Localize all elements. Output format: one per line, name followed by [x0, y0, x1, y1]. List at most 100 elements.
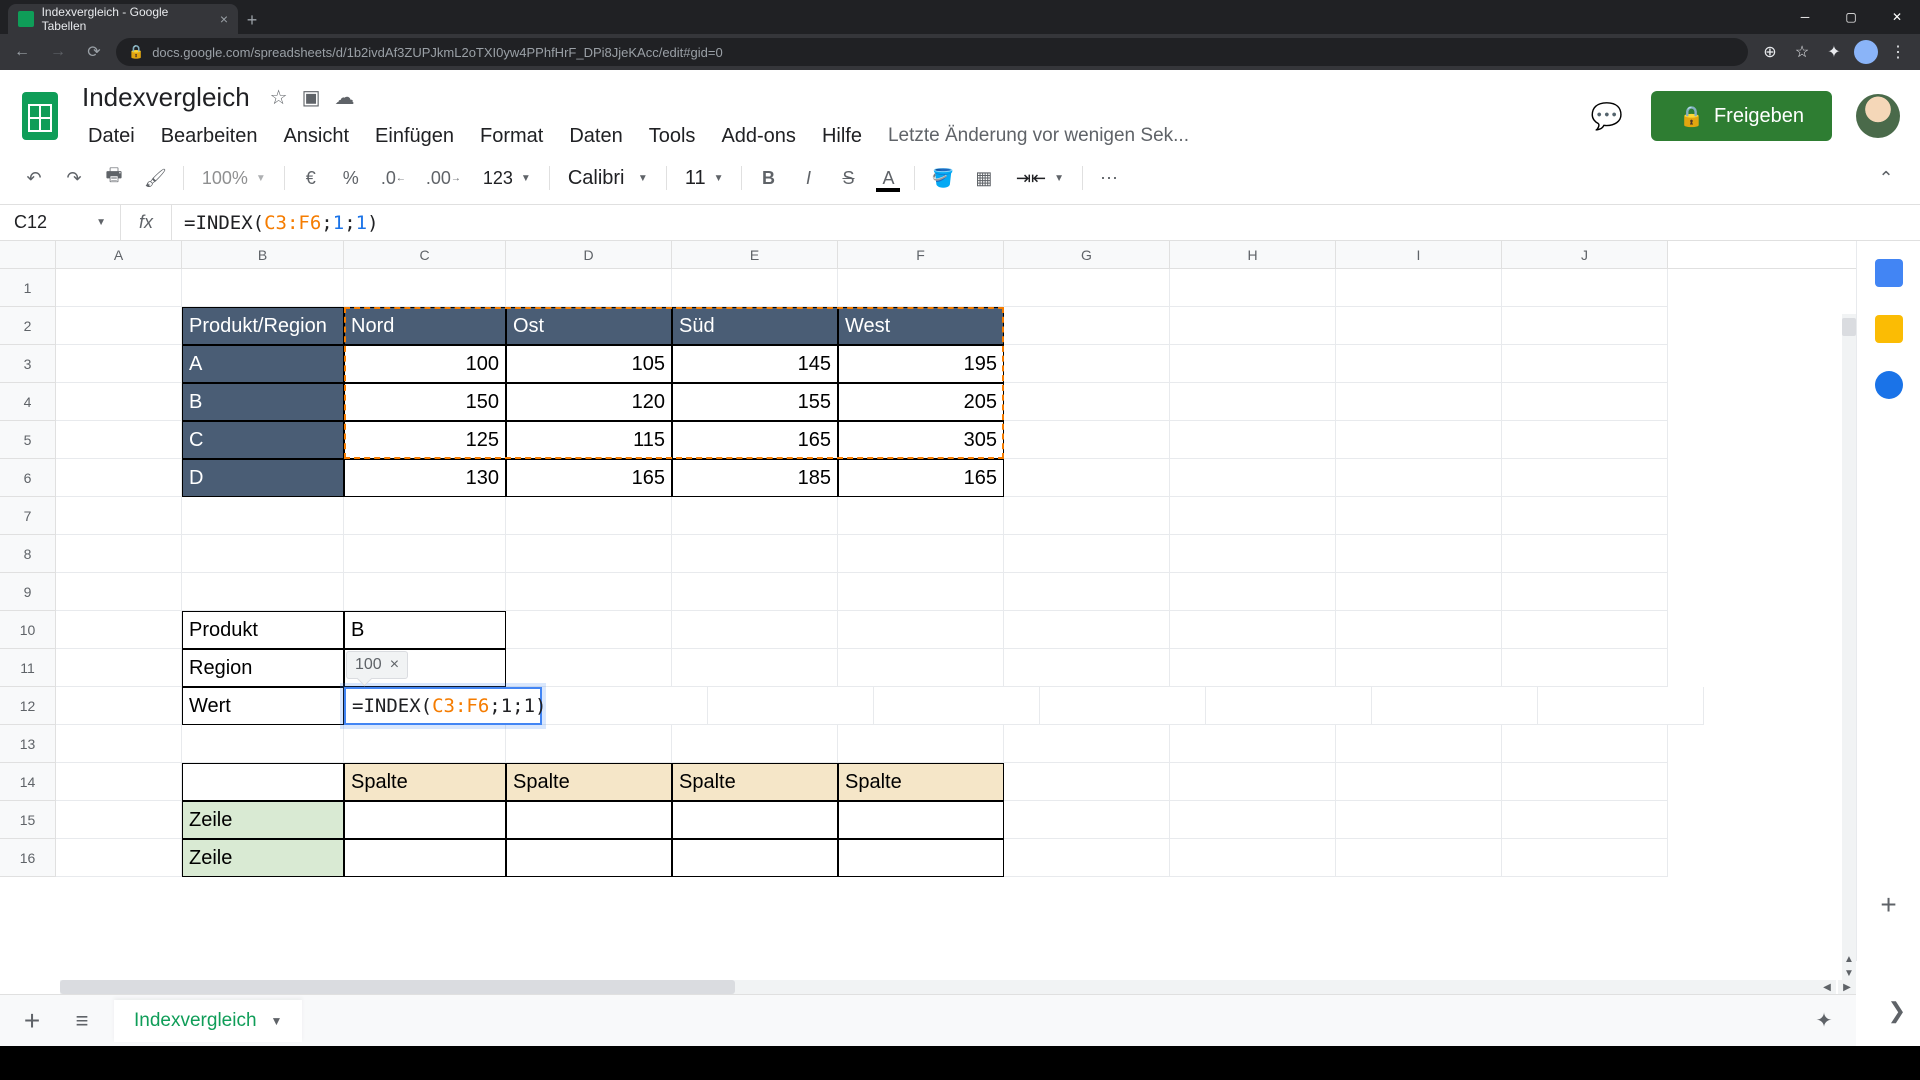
cell-B14[interactable]: [182, 763, 344, 801]
col-header-C[interactable]: C: [344, 241, 506, 268]
cell-H11[interactable]: [1170, 649, 1336, 687]
sheet-tab-active[interactable]: Indexvergleich ▼: [114, 1000, 302, 1042]
col-header-J[interactable]: J: [1502, 241, 1668, 268]
nav-reload-icon[interactable]: ⟳: [80, 38, 108, 66]
add-sheet-icon[interactable]: +: [14, 1005, 50, 1037]
text-color-icon[interactable]: A: [870, 160, 906, 196]
col-header-G[interactable]: G: [1004, 241, 1170, 268]
cell-D6[interactable]: 165: [506, 459, 672, 497]
menu-addons[interactable]: Add-ons: [709, 121, 808, 152]
sheet-tab-menu-icon[interactable]: ▼: [271, 1014, 283, 1028]
row-header-6[interactable]: 6: [0, 459, 56, 497]
move-icon[interactable]: ▣: [302, 85, 321, 110]
cell-F5[interactable]: 305: [838, 421, 1004, 459]
menu-einfuegen[interactable]: Einfügen: [363, 121, 466, 152]
cell-H16[interactable]: [1170, 839, 1336, 877]
cell-E3[interactable]: 145: [672, 345, 838, 383]
cell-I7[interactable]: [1336, 497, 1502, 535]
zoom-icon[interactable]: ⊕: [1756, 38, 1784, 66]
cell-F14[interactable]: Spalte: [838, 763, 1004, 801]
cell-G7[interactable]: [1004, 497, 1170, 535]
row-header-10[interactable]: 10: [0, 611, 56, 649]
cell-G2[interactable]: [1004, 307, 1170, 345]
cell-A13[interactable]: [56, 725, 182, 763]
cell-E4[interactable]: 155: [672, 383, 838, 421]
cell-I8[interactable]: [1336, 535, 1502, 573]
cell-B2[interactable]: Produkt/Region: [182, 307, 344, 345]
cell-B12[interactable]: Wert: [182, 687, 344, 725]
cell-D3[interactable]: 105: [506, 345, 672, 383]
cell-I15[interactable]: [1336, 801, 1502, 839]
name-box[interactable]: C12 ▼: [0, 212, 120, 233]
cell-E11[interactable]: [672, 649, 838, 687]
cell-A14[interactable]: [56, 763, 182, 801]
cell-D10[interactable]: [506, 611, 672, 649]
cell-B5[interactable]: C: [182, 421, 344, 459]
col-header-F[interactable]: F: [838, 241, 1004, 268]
row-header-7[interactable]: 7: [0, 497, 56, 535]
vertical-scrollbar[interactable]: ▲ ▼: [1842, 314, 1856, 980]
cell-A6[interactable]: [56, 459, 182, 497]
cell-E15[interactable]: [672, 801, 838, 839]
cell-I6[interactable]: [1336, 459, 1502, 497]
cell-H5[interactable]: [1170, 421, 1336, 459]
increase-decimal-button[interactable]: .00→: [418, 160, 469, 196]
account-avatar[interactable]: [1856, 94, 1900, 138]
cell-F10[interactable]: [838, 611, 1004, 649]
cell-C8[interactable]: [344, 535, 506, 573]
window-maximize-icon[interactable]: ▢: [1828, 0, 1874, 34]
cell-J9[interactable]: [1502, 573, 1668, 611]
cell-F6[interactable]: 165: [838, 459, 1004, 497]
cell-I11[interactable]: [1336, 649, 1502, 687]
cell-C13[interactable]: [344, 725, 506, 763]
more-icon[interactable]: ⋯: [1091, 160, 1127, 196]
undo-icon[interactable]: ↶: [16, 160, 52, 196]
row-header-3[interactable]: 3: [0, 345, 56, 383]
cell-A4[interactable]: [56, 383, 182, 421]
cell-H1[interactable]: [1170, 269, 1336, 307]
cell-A5[interactable]: [56, 421, 182, 459]
row-header-15[interactable]: 15: [0, 801, 56, 839]
cell-E6[interactable]: 185: [672, 459, 838, 497]
cell-B8[interactable]: [182, 535, 344, 573]
cell-H9[interactable]: [1170, 573, 1336, 611]
cell-F12[interactable]: [874, 687, 1040, 725]
row-header-1[interactable]: 1: [0, 269, 56, 307]
extensions-icon[interactable]: ✦: [1820, 38, 1848, 66]
cell-F15[interactable]: [838, 801, 1004, 839]
cell-D5[interactable]: 115: [506, 421, 672, 459]
cell-B3[interactable]: A: [182, 345, 344, 383]
document-title[interactable]: Indexvergleich: [76, 80, 256, 115]
cell-B4[interactable]: B: [182, 383, 344, 421]
cell-G4[interactable]: [1004, 383, 1170, 421]
cell-G12[interactable]: [1040, 687, 1206, 725]
currency-button[interactable]: €: [293, 160, 329, 196]
tab-close-icon[interactable]: ×: [220, 11, 228, 27]
scroll-up-icon[interactable]: ▲: [1842, 952, 1856, 966]
cell-F1[interactable]: [838, 269, 1004, 307]
cloud-status-icon[interactable]: ☁: [335, 85, 355, 110]
cell-J3[interactable]: [1502, 345, 1668, 383]
cell-J8[interactable]: [1502, 535, 1668, 573]
menu-format[interactable]: Format: [468, 121, 555, 152]
row-header-16[interactable]: 16: [0, 839, 56, 877]
add-addon-icon[interactable]: +: [1880, 889, 1896, 921]
cell-A12[interactable]: [56, 687, 182, 725]
horizontal-scrollbar[interactable]: [60, 980, 1836, 994]
cell-C3[interactable]: 100: [344, 345, 506, 383]
preview-close-icon[interactable]: ×: [390, 656, 399, 674]
cell-I9[interactable]: [1336, 573, 1502, 611]
row-header-14[interactable]: 14: [0, 763, 56, 801]
cell-B11[interactable]: Region: [182, 649, 344, 687]
cell-B6[interactable]: D: [182, 459, 344, 497]
font-select[interactable]: Calibri▼: [558, 160, 658, 196]
borders-icon[interactable]: ▦: [966, 160, 1002, 196]
cell-J16[interactable]: [1502, 839, 1668, 877]
cell-D1[interactable]: [506, 269, 672, 307]
cell-J10[interactable]: [1502, 611, 1668, 649]
cell-B1[interactable]: [182, 269, 344, 307]
zoom-select[interactable]: 100%▼: [192, 160, 276, 196]
cell-C7[interactable]: [344, 497, 506, 535]
font-size-select[interactable]: 11▼: [675, 160, 734, 196]
cell-I10[interactable]: [1336, 611, 1502, 649]
